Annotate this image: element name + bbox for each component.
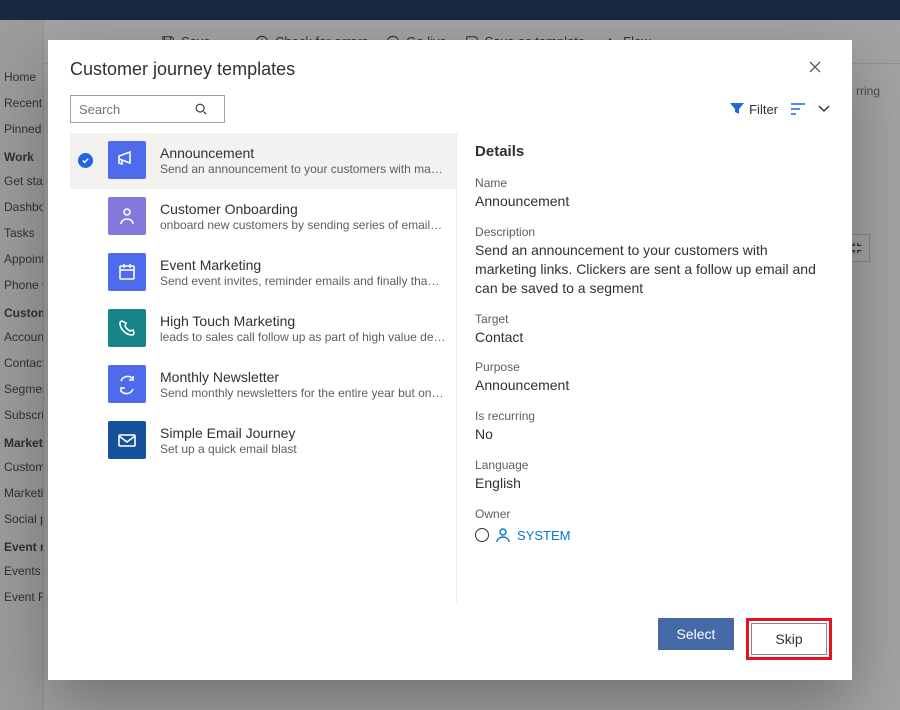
- search-input[interactable]: [79, 102, 194, 117]
- skip-button[interactable]: Skip: [751, 623, 827, 655]
- dialog-header: Customer journey templates: [48, 40, 852, 93]
- field-label: Owner: [475, 507, 826, 521]
- field-label: Name: [475, 176, 826, 190]
- template-name: High Touch Marketing: [160, 313, 446, 329]
- field-value: Announcement: [475, 192, 826, 211]
- person-icon: [495, 527, 511, 543]
- mail-icon: [108, 421, 146, 459]
- calendar-icon: [108, 253, 146, 291]
- field-value: Announcement: [475, 376, 826, 395]
- field-label: Language: [475, 458, 826, 472]
- search-input-wrapper[interactable]: [70, 95, 225, 123]
- template-name: Simple Email Journey: [160, 425, 446, 441]
- template-description: Send monthly newsletters for the entire …: [160, 386, 446, 400]
- toolbar-right: Filter: [730, 102, 830, 117]
- template-text: Monthly Newsletter Send monthly newslett…: [160, 369, 446, 400]
- template-text: Customer Onboarding onboard new customer…: [160, 201, 446, 232]
- owner-name[interactable]: SYSTEM: [517, 528, 570, 543]
- template-picker-dialog: Customer journey templates Filter Announ…: [48, 40, 852, 680]
- template-name: Customer Onboarding: [160, 201, 446, 217]
- funnel-icon: [730, 103, 744, 115]
- template-description: onboard new customers by sending series …: [160, 218, 446, 232]
- template-name: Event Marketing: [160, 257, 446, 273]
- owner-row: SYSTEM: [475, 527, 826, 543]
- details-panel: Details Name Announcement Description Se…: [457, 133, 830, 602]
- template-text: Simple Email Journey Set up a quick emai…: [160, 425, 446, 456]
- close-button[interactable]: [800, 56, 830, 83]
- field-value: Send an announcement to your customers w…: [475, 241, 826, 298]
- field-label: Is recurring: [475, 409, 826, 423]
- details-heading: Details: [475, 143, 826, 160]
- template-description: leads to sales call follow up as part of…: [160, 330, 446, 344]
- template-name: Monthly Newsletter: [160, 369, 446, 385]
- owner-status-icon: [475, 528, 489, 542]
- template-checkmark: [76, 153, 94, 168]
- dialog-body: Announcement Send an announcement to you…: [48, 133, 852, 602]
- megaphone-icon: [108, 141, 146, 179]
- sort-icon[interactable]: [790, 102, 806, 116]
- field-value: Contact: [475, 328, 826, 347]
- template-name: Announcement: [160, 145, 446, 161]
- dialog-toolbar: Filter: [48, 93, 852, 133]
- template-text: High Touch Marketing leads to sales call…: [160, 313, 446, 344]
- chevron-down-icon[interactable]: [818, 104, 830, 114]
- dialog-footer: Select Skip: [48, 602, 852, 680]
- check-circle-icon: [78, 153, 93, 168]
- template-item[interactable]: Announcement Send an announcement to you…: [70, 133, 456, 189]
- refresh-icon: [108, 365, 146, 403]
- field-label: Purpose: [475, 360, 826, 374]
- filter-label: Filter: [749, 102, 778, 117]
- template-text: Announcement Send an announcement to you…: [160, 145, 446, 176]
- skip-highlight: Skip: [746, 618, 832, 660]
- template-description: Send an announcement to your customers w…: [160, 162, 446, 176]
- field-value: English: [475, 474, 826, 493]
- template-item[interactable]: Monthly Newsletter Send monthly newslett…: [70, 357, 456, 413]
- template-item[interactable]: Event Marketing Send event invites, remi…: [70, 245, 456, 301]
- field-label: Description: [475, 225, 826, 239]
- select-button[interactable]: Select: [658, 618, 734, 650]
- template-item[interactable]: Customer Onboarding onboard new customer…: [70, 189, 456, 245]
- template-list: Announcement Send an announcement to you…: [70, 133, 457, 602]
- close-icon: [808, 60, 822, 74]
- template-text: Event Marketing Send event invites, remi…: [160, 257, 446, 288]
- phone-icon: [108, 309, 146, 347]
- search-icon: [194, 102, 208, 116]
- template-description: Send event invites, reminder emails and …: [160, 274, 446, 288]
- person-icon: [108, 197, 146, 235]
- template-item[interactable]: High Touch Marketing leads to sales call…: [70, 301, 456, 357]
- field-label: Target: [475, 312, 826, 326]
- dialog-title: Customer journey templates: [70, 59, 295, 80]
- template-description: Set up a quick email blast: [160, 442, 446, 456]
- field-value: No: [475, 425, 826, 444]
- filter-button[interactable]: Filter: [730, 102, 778, 117]
- template-item[interactable]: Simple Email Journey Set up a quick emai…: [70, 413, 456, 469]
